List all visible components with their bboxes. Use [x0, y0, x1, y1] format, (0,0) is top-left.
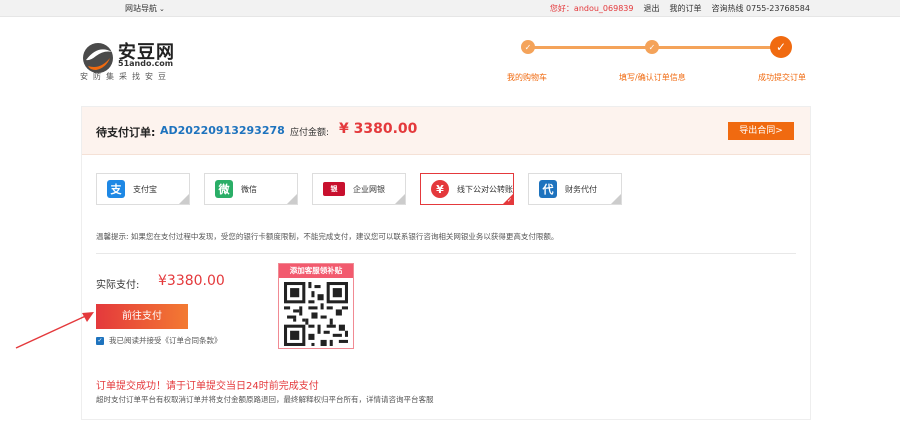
order-label: 待支付订单: — [96, 126, 156, 139]
payment-panel: 待支付订单: AD20220913293278 应付金额: ¥ 3380.00 … — [81, 106, 811, 420]
my-orders-link[interactable]: 我的订单 — [669, 3, 701, 14]
selected-check-icon: ✓ — [506, 197, 512, 204]
order-timeout-note: 超时支付订单平台有权取消订单并将支付金额原路退回，最终解释权归平台所有，详情请咨… — [96, 395, 434, 404]
step-line-2 — [652, 46, 780, 49]
site-logo[interactable]: 安豆网 51ando.com 安防集采找安豆 — [80, 38, 200, 82]
step-1-check-icon: ✓ — [521, 40, 535, 54]
step-3-check-icon: ✓ — [770, 36, 792, 58]
site-nav-dropdown[interactable]: 网站导航 ⌄ — [125, 3, 165, 14]
site-nav-label: 网站导航 — [125, 4, 157, 13]
payment-tip: 温馨提示: 如果您在支付过程中发现，受您的银行卡额度限制，不能完成支付，建议您可… — [96, 232, 559, 241]
step-1-label: 我的购物车 — [507, 73, 547, 82]
qr-title: 添加客服领补贴 — [279, 264, 353, 278]
step-line-1 — [528, 46, 652, 49]
actual-pay-amount: ¥3380.00 — [158, 273, 225, 289]
order-amount: ¥ 3380.00 — [339, 121, 418, 137]
alipay-icon: 支 — [107, 180, 125, 198]
annotation-arrow-icon — [15, 312, 94, 349]
chevron-down-icon: ⌄ — [159, 5, 165, 13]
select-corner — [287, 194, 297, 204]
user-greeting[interactable]: 您好：andou_069839 — [550, 3, 634, 14]
agree-text[interactable]: 我已阅读并接受《订单合同条款》 — [109, 335, 222, 346]
logo-slogan: 安防集采找安豆 — [80, 72, 171, 81]
step-2-check-icon: ✓ — [645, 40, 659, 54]
step-3-label: 成功提交订单 — [758, 73, 806, 82]
order-header: 待支付订单: AD20220913293278 应付金额: ¥ 3380.00 … — [82, 107, 810, 155]
finance-icon: 代 — [539, 180, 557, 198]
go-pay-button[interactable]: 前往支付 — [96, 304, 188, 329]
bank-transfer-icon: ¥ — [431, 180, 449, 198]
payment-method-label: 企业网银 — [353, 184, 385, 194]
agree-terms[interactable]: ✓ 我已阅读并接受《订单合同条款》 — [96, 335, 222, 346]
actual-pay-label: 实际支付: — [96, 280, 140, 291]
export-contract-button[interactable]: 导出合同> — [728, 122, 794, 140]
payment-method-label: 支付宝 — [133, 184, 157, 194]
qr-code-icon — [284, 282, 348, 346]
payment-method-label: 线下公对公转账 — [457, 184, 513, 194]
order-id: AD20220913293278 — [160, 124, 285, 137]
order-success-message: 订单提交成功！请于订单提交当日24时前完成支付 — [96, 381, 319, 392]
divider — [96, 253, 796, 254]
payment-method-offline-transfer[interactable]: ¥ 线下公对公转账 ✓ — [420, 173, 514, 205]
payment-method-ebank[interactable]: 银 企业网银 — [312, 173, 406, 205]
step-2-label: 填写/确认订单信息 — [619, 73, 686, 82]
service-qr-card: 添加客服领补贴 — [278, 263, 354, 349]
user-links: 您好：andou_069839 退出 我的订单 咨询热线 0755-237685… — [550, 3, 810, 14]
payment-methods: 支 支付宝 微 微信 银 企业网银 ¥ 线下公对公转账 ✓ 代 财务代付 — [96, 173, 622, 205]
logo-domain: 51ando.com — [118, 59, 174, 68]
unionpay-icon: 银 — [323, 182, 345, 196]
top-bar: 网站导航 ⌄ 您好：andou_069839 退出 我的订单 咨询热线 0755-… — [0, 0, 900, 17]
payment-method-alipay[interactable]: 支 支付宝 — [96, 173, 190, 205]
amount-label: 应付金额: — [290, 128, 330, 138]
select-corner — [179, 194, 189, 204]
select-corner — [395, 194, 405, 204]
wechat-icon: 微 — [215, 180, 233, 198]
checkout-steps: ✓ ✓ ✓ 我的购物车 填写/确认订单信息 成功提交订单 — [490, 36, 820, 86]
payment-method-finance[interactable]: 代 财务代付 — [528, 173, 622, 205]
logout-link[interactable]: 退出 — [643, 3, 659, 14]
select-corner — [611, 194, 621, 204]
payment-method-label: 财务代付 — [565, 184, 597, 194]
payment-method-wechat[interactable]: 微 微信 — [204, 173, 298, 205]
hotline-text: 咨询热线 0755-23768584 — [711, 4, 810, 13]
payment-method-label: 微信 — [241, 184, 257, 194]
